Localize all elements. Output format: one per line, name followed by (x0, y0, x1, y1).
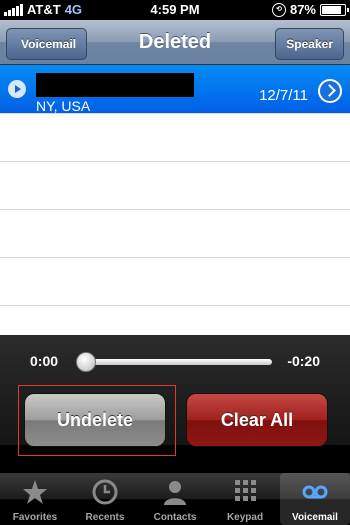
list-item[interactable]: NY, USA 12/7/11 (0, 65, 350, 114)
voicemail-icon (302, 485, 328, 499)
tab-label: Contacts (153, 512, 197, 523)
tab-keypad[interactable]: Keypad (210, 473, 280, 525)
status-bar: AT&T 4G 4:59 PM ⟲ 87% (0, 0, 350, 20)
tab-label: Keypad (226, 512, 264, 523)
battery-percent: 87% (289, 2, 316, 17)
keypad-icon (235, 480, 256, 501)
navigation-bar: Voicemail Deleted Speaker (0, 20, 350, 65)
rotation-lock-icon: ⟲ (271, 2, 286, 17)
scrubber-track[interactable] (78, 359, 272, 365)
voicemail-list: NY, USA 12/7/11 (0, 65, 350, 335)
tab-label: Recents (85, 512, 125, 523)
detail-disclosure-icon[interactable] (318, 79, 342, 103)
tab-contacts[interactable]: Contacts (140, 473, 210, 525)
play-icon[interactable] (8, 80, 26, 98)
redacted-caller (36, 73, 194, 97)
clear-all-button[interactable]: Clear All (186, 393, 328, 447)
tab-bar: Favorites Recents Contacts Keypad Voicem… (0, 473, 350, 525)
tab-label: Favorites (12, 512, 58, 523)
person-icon (164, 481, 186, 505)
empty-row (0, 114, 350, 162)
tab-voicemail[interactable]: Voicemail (280, 473, 350, 525)
tab-label: Voicemail (292, 512, 338, 523)
empty-row (0, 258, 350, 306)
undelete-button[interactable]: Undelete (24, 393, 166, 447)
empty-row (0, 162, 350, 210)
tab-favorites[interactable]: Favorites (0, 473, 70, 525)
clock-icon (92, 479, 118, 505)
remaining-time: -0:20 (287, 353, 320, 369)
tab-recents[interactable]: Recents (70, 473, 140, 525)
star-icon (23, 480, 47, 504)
scrubber-knob[interactable] (76, 352, 96, 372)
voicemail-date: 12/7/11 (259, 87, 308, 104)
speaker-button[interactable]: Speaker (275, 28, 344, 60)
caller-location: NY, USA (36, 98, 91, 114)
battery-icon (320, 3, 349, 16)
empty-row (0, 210, 350, 258)
elapsed-time: 0:00 (30, 353, 59, 369)
